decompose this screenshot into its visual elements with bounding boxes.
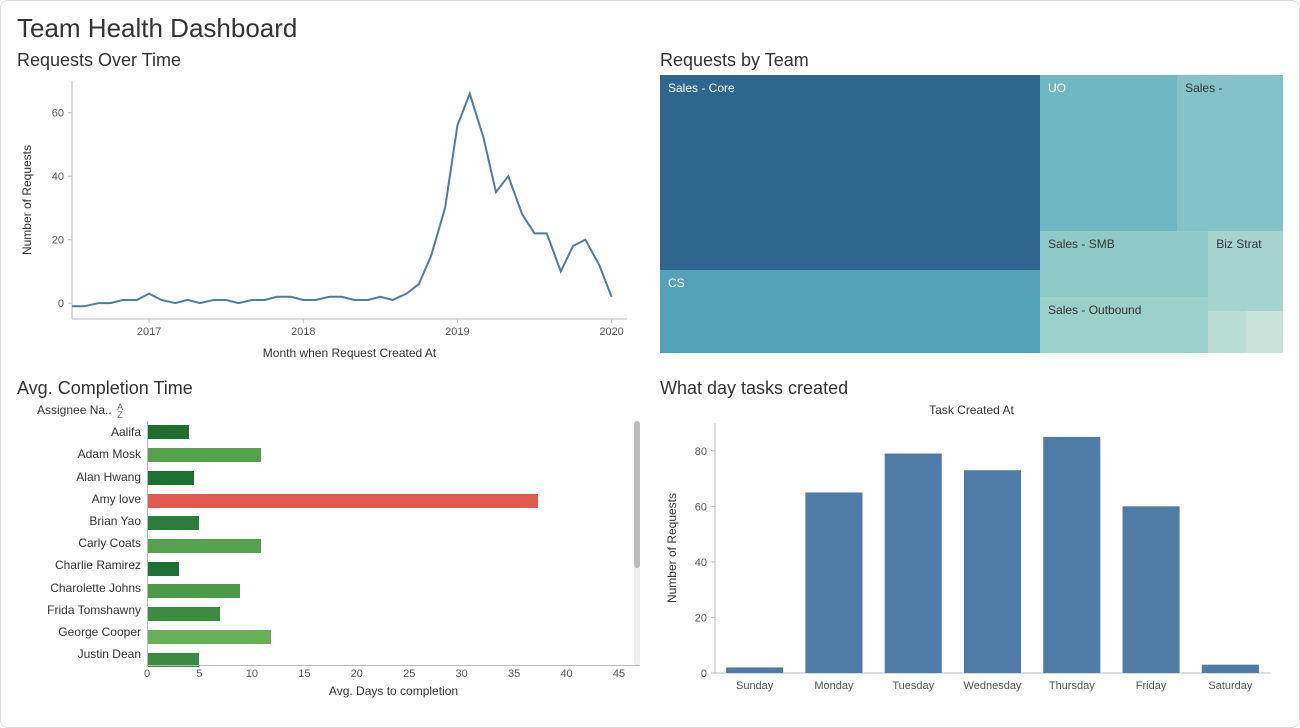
panel-avg-completion: Avg. Completion Time Assignee Na.. AZ Aa…	[17, 378, 640, 698]
bar[interactable]	[964, 470, 1021, 673]
svg-text:Number of Requests: Number of Requests	[20, 145, 34, 255]
bar[interactable]	[1043, 437, 1100, 673]
panel-tasks-by-day: What day tasks created Task Created At 0…	[660, 378, 1283, 698]
svg-text:Monday: Monday	[814, 680, 854, 692]
chart-title: Avg. Completion Time	[17, 378, 640, 399]
hbar[interactable]	[148, 584, 240, 598]
panel-requests-over-time: Requests Over Time 0 20 40 60 2017 2018 2019 20…	[17, 50, 640, 370]
chart-title: Requests Over Time	[17, 50, 640, 71]
bar[interactable]	[1123, 506, 1180, 673]
assignee-label: Frida Tomshawny	[17, 599, 147, 621]
treemap-cell[interactable]: Sales - Core	[660, 75, 1040, 270]
hbar[interactable]	[148, 539, 261, 553]
svg-text:20: 20	[695, 612, 707, 624]
assignee-label: Justin Dean	[17, 643, 147, 665]
svg-text:Number of Requests: Number of Requests	[665, 493, 679, 603]
svg-text:Month when Request Created At: Month when Request Created At	[263, 346, 437, 360]
chart-subtitle: Task Created At	[660, 403, 1283, 417]
treemap-cell[interactable]: Biz Strat	[1208, 231, 1283, 312]
svg-text:2019: 2019	[445, 326, 469, 338]
svg-text:20: 20	[52, 235, 64, 247]
chart-title: What day tasks created	[660, 378, 1283, 399]
treemap-cell[interactable]	[1246, 334, 1265, 353]
hbar[interactable]	[148, 494, 538, 508]
svg-text:2018: 2018	[291, 326, 315, 338]
assignee-label: Adam Mosk	[17, 443, 147, 465]
scrollbar[interactable]	[634, 421, 640, 665]
hbar[interactable]	[148, 516, 199, 530]
assignee-label: Alan Hwang	[17, 465, 147, 487]
assignee-header-label: Assignee Na..	[37, 403, 112, 417]
assignee-label: Charlie Ramirez	[17, 554, 147, 576]
page-title: Team Health Dashboard	[17, 13, 1283, 44]
table-header[interactable]: Assignee Na.. AZ	[17, 403, 640, 419]
hbar[interactable]	[148, 607, 220, 621]
assignee-label: Brian Yao	[17, 510, 147, 532]
assignee-label: Charolette Johns	[17, 577, 147, 599]
assignee-label: Carly Coats	[17, 532, 147, 554]
bar[interactable]	[1202, 665, 1259, 673]
svg-text:Sunday: Sunday	[736, 680, 774, 692]
assignee-label: Amy love	[17, 488, 147, 510]
treemap-cell[interactable]: CS	[660, 270, 1040, 353]
hbar[interactable]	[148, 630, 271, 644]
svg-text:Saturday: Saturday	[1208, 680, 1253, 692]
assignee-label: Aalifa	[17, 421, 147, 443]
hbar[interactable]	[148, 471, 194, 485]
svg-text:Tuesday: Tuesday	[892, 680, 934, 692]
treemap-cell[interactable]	[1208, 311, 1245, 353]
svg-text:0: 0	[58, 298, 64, 310]
hbar-chart[interactable]: AalifaAdam MoskAlan HwangAmy loveBrian Y…	[17, 421, 640, 665]
svg-text:40: 40	[695, 557, 707, 569]
sort-icon[interactable]: AZ	[117, 403, 123, 419]
svg-text:40: 40	[52, 171, 64, 183]
treemap-chart[interactable]: Sales - CoreCSUOSales -Sales - SMBBiz St…	[660, 75, 1283, 370]
x-axis: 051015202530354045	[147, 665, 640, 682]
svg-text:60: 60	[52, 108, 64, 120]
treemap-cell[interactable]	[1264, 334, 1283, 353]
panel-requests-by-team: Requests by Team Sales - CoreCSUOSales -…	[660, 50, 1283, 370]
treemap-cell[interactable]: Sales -	[1177, 75, 1283, 231]
hbar[interactable]	[148, 448, 261, 462]
line-chart[interactable]: 0 20 40 60 2017 2018 2019 2020 Month when Reques…	[17, 75, 640, 370]
svg-text:2017: 2017	[137, 326, 161, 338]
svg-text:Thursday: Thursday	[1049, 680, 1095, 692]
svg-text:60: 60	[695, 501, 707, 513]
dashboard: Team Health Dashboard Requests Over Time…	[0, 0, 1300, 728]
svg-text:0: 0	[701, 668, 707, 680]
bar[interactable]	[885, 454, 942, 673]
svg-text:Friday: Friday	[1136, 680, 1167, 692]
treemap-cell[interactable]: Sales - Outbound	[1040, 297, 1208, 353]
assignee-label: George Cooper	[17, 621, 147, 643]
treemap-cell[interactable]: Sales - SMB	[1040, 231, 1208, 298]
bar-chart[interactable]: 0 20 40 60 80 Sunday Monday Tuesday Wednesday Thu…	[660, 419, 1283, 699]
svg-text:Wednesday: Wednesday	[964, 680, 1022, 692]
x-axis-label: Avg. Days to completion	[147, 684, 640, 698]
bar[interactable]	[726, 667, 783, 673]
bar[interactable]	[805, 492, 862, 673]
treemap-cell[interactable]	[1246, 311, 1283, 333]
svg-text:2020: 2020	[599, 326, 623, 338]
treemap-cell[interactable]: UO	[1040, 75, 1177, 231]
chart-grid: Requests Over Time 0 20 40 60 2017 2018 2019 20…	[17, 50, 1283, 727]
scroll-thumb[interactable]	[634, 421, 640, 568]
svg-text:80: 80	[695, 446, 707, 458]
hbar[interactable]	[148, 562, 179, 576]
hbar[interactable]	[148, 425, 189, 439]
chart-title: Requests by Team	[660, 50, 1283, 71]
